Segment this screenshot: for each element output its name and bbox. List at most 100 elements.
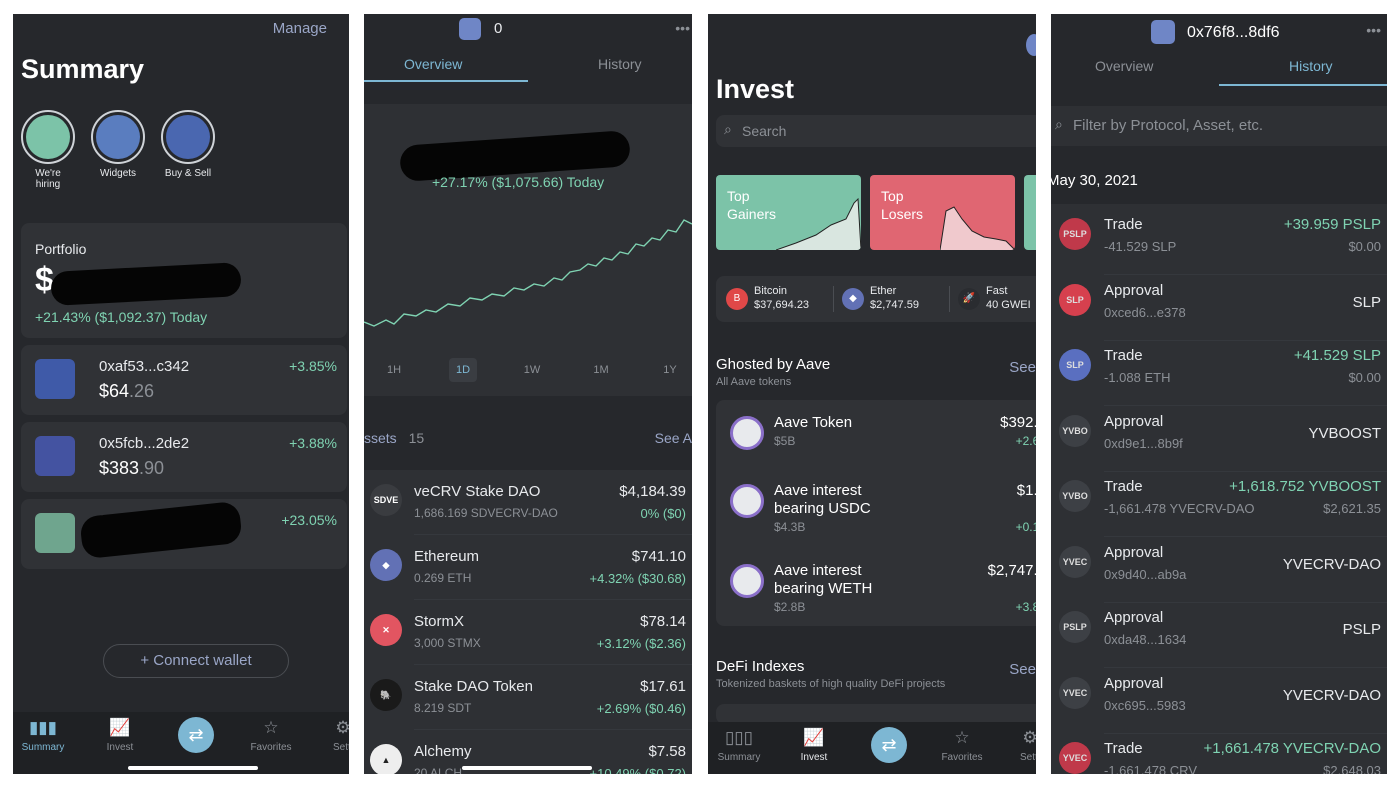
invest-avatar[interactable] [1026, 34, 1036, 56]
tab-favorites[interactable]: ☆ Favorites [932, 728, 992, 763]
wallet-card[interactable]: 0xaf53...c342 $64.26 +3.85% [21, 345, 347, 415]
more-menu-icon[interactable]: ••• [1366, 22, 1381, 38]
asset-name: Stake DAO Token [414, 678, 533, 695]
see-all-link[interactable]: See A [655, 430, 692, 446]
redaction [50, 262, 242, 306]
range-1y[interactable]: 1Y [656, 358, 684, 382]
history-row[interactable]: PSLP Approval 0xda48...1634 PSLP [1051, 603, 1387, 668]
history-icon: SLP [1059, 349, 1091, 381]
tab-invest-label: Invest [106, 742, 134, 753]
aave-token-price: $2,747.5 [987, 562, 1036, 579]
star-icon: ☆ [263, 718, 279, 737]
history-usd: $2,621.35 [1323, 501, 1381, 516]
tab-bar: ▯▯▯ Summary 📈 Invest ⇄ ☆ Favorites ⚙ Setti [708, 722, 1036, 774]
ticker-icon: ◆ [842, 288, 864, 310]
portfolio-card[interactable]: Portfolio $ +21.43% ($1,092.37) Today [21, 223, 347, 338]
asset-quantity: 20 ALCH [414, 766, 463, 774]
aave-token-change: +0.19 [1015, 520, 1036, 534]
aave-token-cap: $4.3B [774, 520, 806, 534]
connect-wallet-button[interactable]: + Connect wallet [103, 644, 289, 678]
history-icon: YVEC [1059, 545, 1091, 578]
aave-token-row[interactable]: Aave interest bearing WETH $2.8B $2,747.5 +… [716, 558, 1036, 626]
tab-invest[interactable]: 📈 Invest [90, 718, 150, 753]
tab-settings[interactable]: ⚙ Setti [313, 718, 349, 753]
history-detail: 0x9d40...ab9a [1104, 566, 1187, 582]
search-input[interactable]: ⌕ Search [716, 115, 1036, 147]
top-losers-label: Top Losers [881, 188, 924, 222]
tab-invest[interactable]: 📈 Invest [784, 728, 844, 763]
range-1h[interactable]: 1H [380, 358, 408, 382]
tab-settings[interactable]: ⚙ Setti [1000, 728, 1036, 763]
bar-chart-icon: ▮▮▮ [28, 718, 58, 737]
history-row[interactable]: PSLP Trade -41.529 SLP +39.959 PSLP $0.00 [1051, 210, 1387, 275]
aave-token-change: +3.88 [1015, 600, 1036, 614]
filter-placeholder: Filter by Protocol, Asset, etc. [1073, 117, 1264, 134]
asset-row[interactable]: SDVE veCRV Stake DAO 1,686.169 SDVECRV-DAO… [364, 470, 692, 535]
asset-quantity: 8.219 SDT [414, 701, 472, 715]
history-row[interactable]: YVEC Trade -1,661.478 CRV +1,661.478 YVECRV… [1051, 734, 1387, 774]
more-menu-icon[interactable]: ••• [675, 20, 690, 36]
tab-summary[interactable]: ▯▯▯ Summary [709, 728, 769, 763]
ticker-name: Ether [870, 285, 897, 297]
history-detail: 0xced6...e378 [1104, 304, 1186, 320]
history-row[interactable]: SLP Trade -1.088 ETH +41.529 SLP $0.00 [1051, 341, 1387, 406]
tab-favorites[interactable]: ☆ Favorites [241, 718, 301, 753]
ticker-icon: 🚀 [958, 288, 980, 310]
asset-row[interactable]: ✕ StormX 3,000 STMX $78.14 +3.12% ($2.36) [364, 600, 692, 665]
story-1[interactable] [91, 110, 145, 164]
tab-summary[interactable]: ▮▮▮ Summary [13, 718, 73, 753]
asset-icon: 🐘 [370, 679, 402, 711]
ticker-fast[interactable]: 🚀 Fast 40 GWEI [956, 276, 1036, 322]
top-losers-card[interactable]: Top Losers [870, 175, 1015, 250]
swap-button[interactable]: ⇄ [178, 717, 214, 753]
home-indicator [128, 766, 258, 770]
wallet-value-decimal: .90 [139, 458, 165, 478]
history-row[interactable]: YVBO Approval 0xd9e1...8b9f YVBOOST [1051, 407, 1387, 472]
asset-name: StormX [414, 613, 465, 630]
story-2[interactable] [161, 110, 215, 164]
filter-input[interactable]: ⌕ Filter by Protocol, Asset, etc. [1051, 106, 1387, 146]
aave-token-row[interactable]: Aave Token $5B $392.5 +2.64 [716, 410, 1036, 478]
history-detail: 0xd9e1...8b9f [1104, 435, 1183, 451]
tab-history[interactable]: History [598, 56, 642, 72]
history-usd: $2,648.03 [1323, 763, 1381, 774]
see-all-link[interactable]: See [1009, 661, 1036, 678]
aave-token-row[interactable]: Aave interest bearing USDC $4.3B $1.0 +0.19 [716, 478, 1036, 546]
more-card[interactable] [1024, 175, 1036, 250]
wallet-card[interactable]: 0x5fcb...2de2 $383.90 +3.88% [21, 422, 347, 492]
tab-overview[interactable]: Overview [404, 56, 462, 72]
asset-row[interactable]: 🐘 Stake DAO Token 8.219 SDT $17.61 +2.69% ($… [364, 665, 692, 730]
top-gainers-card[interactable]: Top Gainers [716, 175, 861, 250]
ticker-bitcoin[interactable]: B Bitcoin $37,694.23 [724, 276, 834, 322]
wallet-change: +23.05% [281, 512, 337, 528]
manage-link[interactable]: Manage [273, 20, 327, 37]
history-row[interactable]: YVEC Approval 0xc695...5983 YVECRV-DAO [1051, 669, 1387, 734]
history-row[interactable]: SLP Approval 0xced6...e378 SLP [1051, 276, 1387, 341]
portfolio-change: +27.17% ($1,075.66) Today [432, 174, 605, 190]
history-type: Trade [1104, 478, 1143, 495]
wallet-avatar [35, 359, 75, 399]
asset-row[interactable]: ◆ Ethereum 0.269 ETH $741.10 +4.32% ($30.68) [364, 535, 692, 600]
range-1d[interactable]: 1D [449, 358, 477, 382]
history-icon: YVBO [1059, 414, 1091, 447]
history-row[interactable]: YVEC Approval 0x9d40...ab9a YVECRV-DAO [1051, 538, 1387, 603]
aave-token-icon [730, 416, 764, 450]
range-1m[interactable]: 1M [587, 358, 615, 382]
wallet-avatar [459, 18, 481, 40]
ticker-ether[interactable]: ◆ Ether $2,747.59 [840, 276, 950, 322]
chart-area: +27.17% ($1,075.66) Today 1H 1D 1W 1M 1Y [364, 104, 692, 396]
history-icon: SLP [1059, 283, 1091, 316]
swap-button[interactable]: ⇄ [871, 727, 907, 763]
tab-history-underline [1219, 84, 1387, 86]
portfolio-change: +21.43% ($1,092.37) Today [35, 309, 208, 325]
tab-history[interactable]: History [1289, 58, 1333, 74]
tab-overview[interactable]: Overview [1095, 58, 1153, 74]
story-0[interactable] [21, 110, 75, 164]
tab-settings-label: Setti [1019, 752, 1036, 763]
story-label: We're hiring [35, 168, 61, 190]
see-all-link[interactable]: See [1009, 359, 1036, 376]
range-1w[interactable]: 1W [518, 358, 546, 382]
asset-icon: ◆ [370, 549, 402, 581]
search-icon: ⌕ [724, 121, 732, 137]
history-row[interactable]: YVBO Trade -1,661.478 YVECRV-DAO +1,618.752… [1051, 472, 1387, 537]
